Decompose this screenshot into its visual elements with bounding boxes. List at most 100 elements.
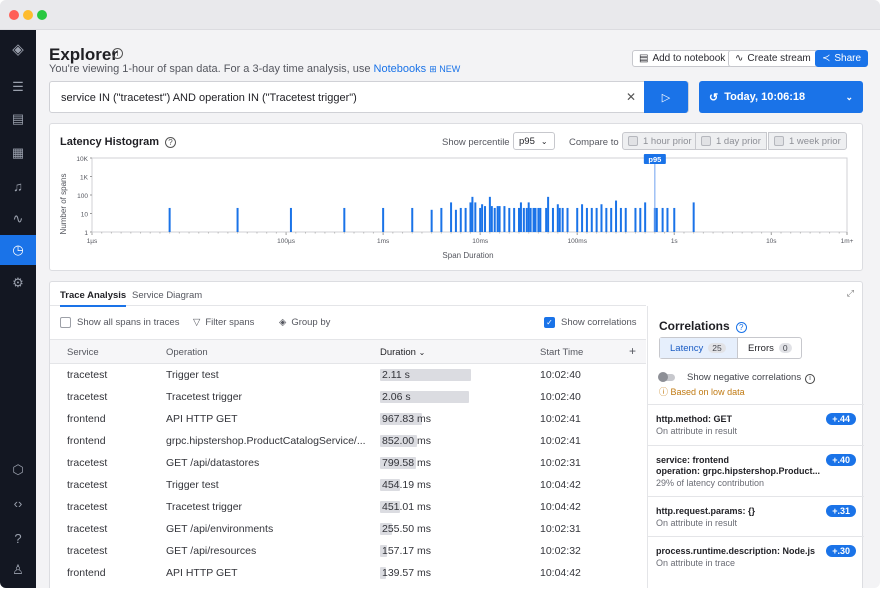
share-icon: ≺	[822, 53, 831, 64]
histogram-title: Latency Histogram?	[60, 136, 177, 148]
duration-cell: 2.11 s	[382, 369, 410, 381]
histogram-bar	[168, 207, 171, 232]
operation-cell: GET /api/environments	[166, 523, 274, 535]
service-cell: tracetest	[67, 501, 108, 513]
histogram-bar	[440, 207, 443, 232]
filter-spans-button[interactable]: ▽ Filter spans	[193, 317, 254, 328]
tab-service-diagram[interactable]: Service Diagram	[132, 290, 202, 301]
service-cell: tracetest	[67, 479, 108, 491]
histogram-bar	[481, 204, 484, 232]
info-icon[interactable]: i	[112, 48, 123, 59]
column-duration[interactable]: Duration ⌄	[380, 347, 425, 358]
settings-icon[interactable]: ⚙	[0, 268, 36, 298]
compare-1-day-button[interactable]: 1 day prior	[695, 132, 767, 150]
correlations-tabs: Latency 25 Errors 0	[659, 337, 802, 359]
cube-icon[interactable]: ⬡	[0, 455, 36, 485]
duration-cell: 852.00 ms	[382, 435, 432, 447]
correlation-item[interactable]: http.method: GET On attribute in result +.…	[648, 404, 864, 445]
info-icon[interactable]: i	[805, 374, 816, 384]
table-row[interactable]: frontend API HTTP GET 967.83 ms 10:02:41	[50, 408, 646, 430]
histogram-bar	[561, 207, 564, 232]
notebooks-link[interactable]: Notebooks	[374, 63, 427, 75]
correlation-subtext: On attribute in result	[656, 518, 738, 528]
table-row[interactable]: frontend API HTTP GET 139.57 ms 10:04:42	[50, 562, 646, 584]
pulse-icon[interactable]: ∿	[0, 204, 36, 234]
histogram-chart: Number of spans Span Duration 10K 1K 100 10…	[59, 154, 854, 260]
service-cell: tracetest	[67, 369, 108, 381]
correlation-key: http.request.params: {}	[656, 506, 756, 516]
correlation-item[interactable]: http.request.params: {} On attribute in r…	[648, 496, 864, 536]
table-row[interactable]: tracetest GET /api/environments 255.50 ms 1…	[50, 518, 646, 540]
tab-errors[interactable]: Errors 0	[738, 338, 802, 358]
table-row[interactable]: tracetest Trigger test 2.11 s 10:02:40	[50, 364, 646, 386]
histogram-bar	[558, 207, 561, 232]
table-row[interactable]: frontend grpc.hipstershop.ProductCatalogS…	[50, 430, 646, 452]
help-icon[interactable]: ?	[165, 137, 177, 148]
compare-1-week-button[interactable]: 1 week prior	[768, 132, 847, 150]
code-icon[interactable]: ‹›	[0, 488, 36, 518]
table-row[interactable]: tracetest GET /api/resources 157.17 ms 10:0…	[50, 540, 646, 562]
histogram-bar	[382, 207, 385, 232]
tab-trace-analysis[interactable]: Trace Analysis	[60, 290, 127, 307]
percentile-value: p95	[519, 135, 535, 147]
histogram-bar	[605, 207, 608, 232]
menu-icon[interactable]: ☰	[0, 72, 36, 102]
histogram-bar	[289, 207, 292, 232]
toggle-switch[interactable]	[658, 371, 675, 382]
clear-icon[interactable]: ✕	[626, 90, 636, 104]
help-icon[interactable]: ?	[735, 322, 747, 333]
column-start-time[interactable]: Start Time	[540, 347, 583, 358]
histogram-bar	[639, 207, 642, 232]
table-row[interactable]: tracetest GET /api/datastores 799.58 ms 10:…	[50, 452, 646, 474]
show-all-spans-label: Show all spans in traces	[77, 317, 180, 329]
histogram-bar	[474, 202, 477, 232]
operation-cell: Tracetest trigger	[166, 391, 243, 403]
service-cell: tracetest	[67, 523, 108, 535]
run-query-button[interactable]: ▷	[644, 81, 688, 113]
document-icon[interactable]: ▤	[0, 104, 36, 134]
column-service[interactable]: Service	[67, 347, 99, 358]
logo-icon[interactable]: ◈	[0, 34, 36, 64]
add-column-icon[interactable]: +	[629, 344, 636, 358]
column-operation[interactable]: Operation	[166, 347, 208, 358]
table-row[interactable]: tracetest Trigger test 454.19 ms 10:04:42	[50, 474, 646, 496]
negative-correlations-toggle[interactable]: Show negative correlations i	[658, 371, 816, 384]
percentile-select[interactable]: p95 ⌄	[513, 132, 555, 150]
zoom-window-button[interactable]	[37, 10, 47, 20]
table-row[interactable]: tracetest Tracetest trigger 451.01 ms 10:04…	[50, 496, 646, 518]
create-stream-button[interactable]: ∿ Create stream	[728, 50, 818, 67]
histogram-bar	[532, 207, 535, 232]
correlation-item[interactable]: service: frontend operation: grpc.hipster…	[648, 445, 864, 496]
histogram-bar	[655, 207, 658, 232]
user-icon[interactable]: ♙	[0, 555, 36, 585]
bell-icon[interactable]: ♫	[0, 171, 36, 201]
table-row[interactable]: tracetest Tracetest trigger 2.06 s 10:02:40	[50, 386, 646, 408]
histogram-bar	[484, 206, 487, 232]
show-all-spans-toggle[interactable]: Show all spans in traces	[60, 317, 179, 328]
query-input[interactable]: service IN ("tracetest") AND operation I…	[49, 81, 689, 113]
histogram-bar	[545, 207, 548, 232]
tab-latency[interactable]: Latency 25	[660, 338, 738, 358]
explorer-clock-icon[interactable]: ◷	[0, 235, 36, 265]
add-to-notebook-button[interactable]: ▤ Add to notebook	[632, 50, 733, 67]
operation-cell: grpc.hipstershop.ProductCatalogService/.…	[166, 435, 366, 447]
start-time-cell: 10:02:40	[540, 391, 581, 403]
correlation-subtext: On attribute in result	[656, 426, 738, 436]
histogram-bar	[527, 202, 530, 232]
x-axis-label: Span Duration	[442, 251, 493, 260]
share-button[interactable]: ≺ Share	[815, 50, 869, 67]
time-picker-button[interactable]: ↺ Today, 10:06:18 ⌄	[699, 81, 863, 113]
close-window-button[interactable]	[9, 10, 19, 20]
compare-1-hour-button[interactable]: 1 hour prior	[622, 132, 698, 150]
expand-icon[interactable]: ⤢	[847, 288, 854, 299]
correlation-item[interactable]: process.runtime.description: Node.js On a…	[648, 536, 864, 576]
dashboard-icon[interactable]: ▦	[0, 138, 36, 168]
show-correlations-toggle[interactable]: ✓ Show correlations	[544, 317, 637, 328]
minimize-window-button[interactable]	[23, 10, 33, 20]
operation-cell: Tracetest trigger	[166, 501, 243, 513]
help-icon[interactable]: ?	[0, 523, 36, 553]
histogram-bar	[471, 196, 474, 232]
start-time-cell: 10:04:42	[540, 567, 581, 579]
tab-bar: Trace Analysis Service Diagram	[50, 282, 646, 307]
group-by-button[interactable]: ◈ Group by	[279, 317, 330, 328]
